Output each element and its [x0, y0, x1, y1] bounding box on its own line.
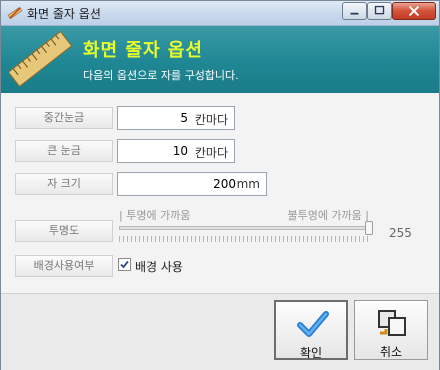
- middle-tick-input[interactable]: 5 칸마다: [117, 106, 235, 130]
- cancel-button-label: 취소: [379, 345, 403, 359]
- checkmark-icon: [297, 310, 329, 338]
- checkmark-icon: [120, 260, 129, 269]
- ok-button-label: 확인: [299, 346, 323, 360]
- large-tick-value: 10: [172, 144, 188, 158]
- transparent-end-label: | 투명에 가까움: [119, 209, 191, 222]
- ruler-pencil-icon: [7, 5, 23, 21]
- options-window: 화면 줄자 옵션 화면 줄자 옵션 다음의 옵션으로 자를 구성합니다. 중간눈…: [0, 0, 440, 370]
- maximize-button[interactable]: [367, 2, 392, 20]
- large-tick-label: 큰 눈금: [15, 140, 113, 162]
- ruler-size-value: 200: [213, 177, 236, 191]
- options-form: 중간눈금 5 칸마다 큰 눈금 10 칸마다 자 크기 200 mm | 투명에…: [1, 93, 439, 293]
- background-checkbox[interactable]: [118, 258, 131, 271]
- opaque-end-label: 불투명에 가까움 |: [287, 209, 369, 222]
- minimize-button[interactable]: [342, 2, 367, 20]
- middle-tick-value: 5: [180, 111, 188, 125]
- ruler-size-input[interactable]: 200 mm: [117, 172, 267, 196]
- background-checkbox-label[interactable]: 배경 사용: [135, 258, 183, 275]
- transparency-label: 투명도: [15, 220, 113, 242]
- background-usage-label: 배경사용여부: [15, 255, 113, 277]
- transparency-value: 255: [389, 226, 412, 240]
- cancel-button[interactable]: 취소: [354, 300, 428, 360]
- header-subtitle: 다음의 옵션으로 자를 구성합니다.: [83, 69, 239, 82]
- title-bar[interactable]: 화면 줄자 옵션: [1, 1, 439, 26]
- large-tick-input[interactable]: 10 칸마다: [117, 139, 235, 163]
- ruler-size-unit: mm: [236, 177, 260, 191]
- cancel-icon: [376, 309, 408, 337]
- large-tick-unit: 칸마다: [194, 146, 228, 160]
- transparency-slider-ticks: [119, 236, 369, 242]
- middle-tick-label: 중간눈금: [15, 107, 113, 129]
- header-title: 화면 줄자 옵션: [83, 40, 203, 61]
- ok-button[interactable]: 확인: [274, 300, 348, 360]
- header-banner: 화면 줄자 옵션 다음의 옵션으로 자를 구성합니다.: [1, 26, 439, 93]
- ruler-size-label: 자 크기: [15, 173, 113, 195]
- middle-tick-unit: 칸마다: [194, 113, 228, 127]
- transparency-slider-thumb[interactable]: [365, 221, 373, 235]
- ruler-icon: [7, 30, 73, 88]
- close-button[interactable]: [392, 2, 436, 20]
- button-bar: 확인 취소: [1, 293, 439, 370]
- window-title: 화면 줄자 옵션: [27, 7, 101, 21]
- transparency-slider-track[interactable]: [119, 226, 369, 230]
